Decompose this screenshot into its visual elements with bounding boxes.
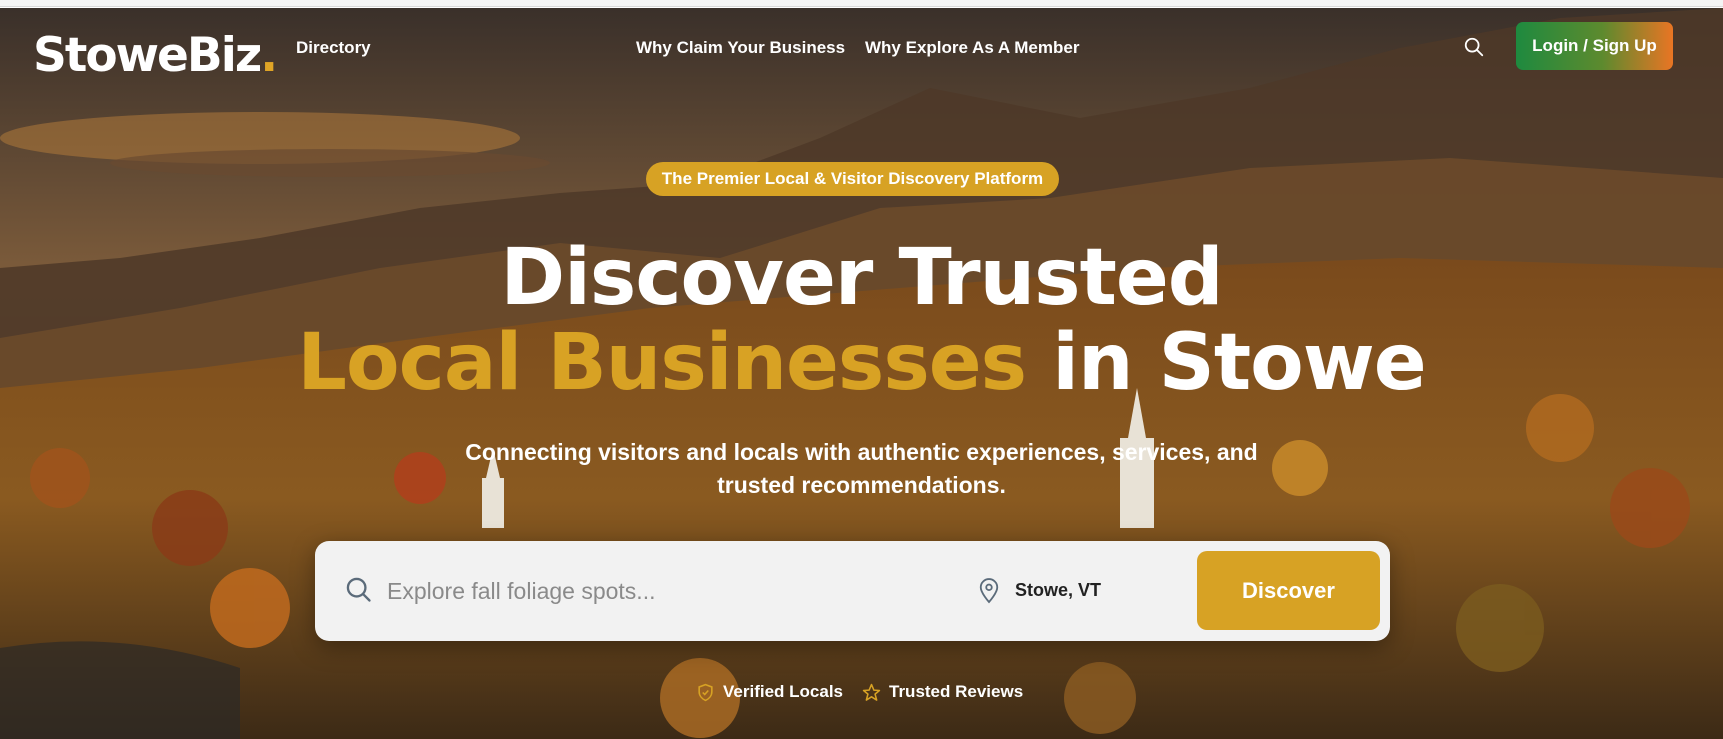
headline-highlight: Local Businesses — [297, 318, 1027, 408]
platform-badge: The Premier Local & Visitor Discovery Pl… — [646, 162, 1059, 196]
headline-line-1: Discover Trusted — [500, 233, 1223, 323]
nav-directory[interactable]: Directory — [296, 38, 371, 58]
trust-verified-locals: Verified Locals — [696, 682, 843, 702]
headline-rest: in Stowe — [1026, 318, 1426, 408]
logo-dot: . — [260, 28, 278, 83]
browser-top-strip — [0, 0, 1723, 7]
nav-why-claim[interactable]: Why Claim Your Business — [636, 38, 845, 58]
hero-section: StoweBiz. Directory Why Claim Your Busin… — [0, 8, 1723, 739]
subtitle-line-2: trusted recommendations. — [717, 472, 1006, 498]
logo-text: StoweBiz — [33, 28, 262, 83]
location-field[interactable]: Stowe, VT — [1015, 580, 1101, 601]
logo[interactable]: StoweBiz. — [33, 28, 278, 83]
subtitle-line-1: Connecting visitors and locals with auth… — [465, 439, 1258, 465]
map-pin-icon — [979, 578, 999, 604]
trust-reviews: Trusted Reviews — [862, 682, 1023, 702]
nav-why-explore[interactable]: Why Explore As A Member — [865, 38, 1079, 58]
star-icon — [862, 683, 881, 701]
search-input[interactable] — [387, 571, 947, 611]
discover-button[interactable]: Discover — [1197, 551, 1380, 630]
login-signup-button[interactable]: Login / Sign Up — [1516, 22, 1673, 70]
headline-line-2: Local Businesses in Stowe — [0, 318, 1723, 408]
search-bar: Stowe, VT Discover — [315, 541, 1390, 641]
shield-check-icon — [698, 683, 713, 701]
trust-label: Trusted Reviews — [889, 682, 1024, 701]
search-icon — [346, 577, 371, 602]
trust-label: Verified Locals — [723, 682, 843, 701]
search-icon[interactable] — [1463, 36, 1485, 58]
